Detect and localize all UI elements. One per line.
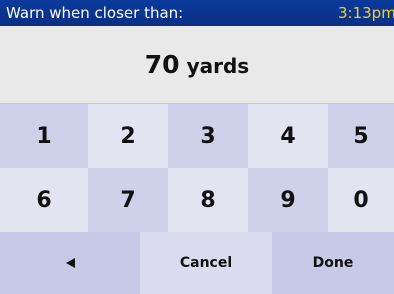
key-3[interactable]: 3 (168, 104, 248, 168)
prompt-title: Warn when closer than: (6, 4, 184, 22)
key-7[interactable]: 7 (88, 168, 168, 232)
distance-value: 70 (144, 50, 180, 79)
key-4[interactable]: 4 (248, 104, 328, 168)
done-button[interactable]: Done (272, 232, 394, 294)
backspace-button[interactable] (0, 232, 140, 294)
left-arrow-icon (65, 258, 75, 268)
key-2[interactable]: 2 (88, 104, 168, 168)
distance-unit: yards (186, 53, 250, 78)
key-5[interactable]: 5 (328, 104, 394, 168)
key-8[interactable]: 8 (168, 168, 248, 232)
distance-display: 70 yards (0, 26, 394, 104)
clock-time: 3:13pm (338, 4, 394, 22)
header-bar: Warn when closer than: 3:13pm (0, 0, 394, 26)
key-9[interactable]: 9 (248, 168, 328, 232)
key-0[interactable]: 0 (328, 168, 394, 232)
key-1[interactable]: 1 (0, 104, 88, 168)
cancel-button[interactable]: Cancel (140, 232, 272, 294)
key-6[interactable]: 6 (0, 168, 88, 232)
